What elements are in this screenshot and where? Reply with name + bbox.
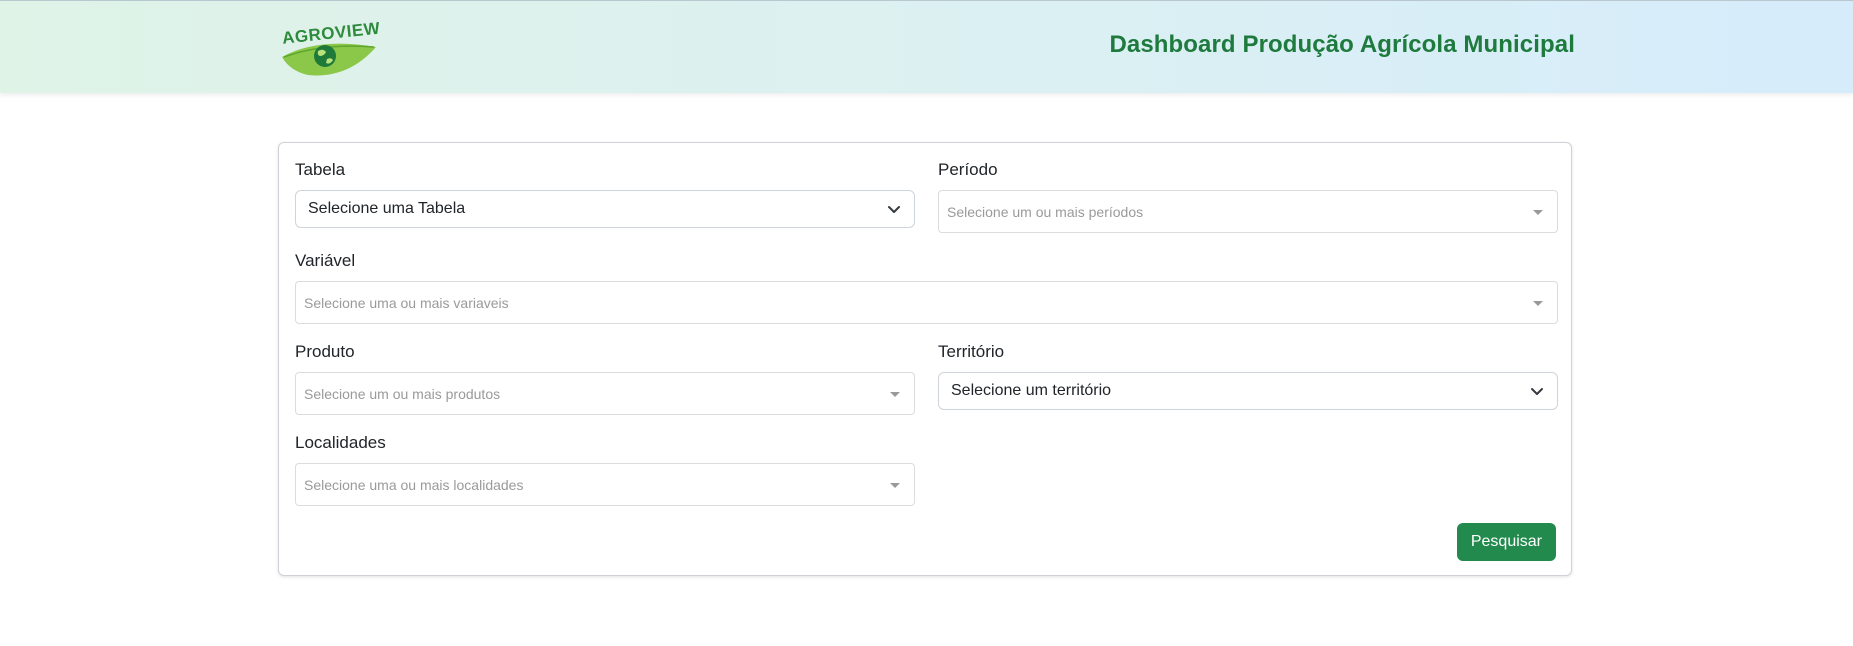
tabela-select[interactable]: Selecione uma Tabela (295, 190, 915, 228)
periodo-multiselect[interactable]: Selecione um ou mais períodos (938, 190, 1558, 233)
caret-down-icon (890, 483, 900, 488)
tabela-value: Selecione uma Tabela (308, 200, 466, 217)
header-bar: AGROVIEW Dashboard Produção Agrícola Mun… (0, 0, 1853, 93)
produto-field: Produto Selecione um ou mais produtos (295, 342, 915, 415)
territorio-label: Território (938, 342, 1005, 361)
tabela-field: Tabela Selecione uma Tabela (295, 160, 915, 228)
tabela-label: Tabela (295, 160, 346, 179)
periodo-label: Período (938, 160, 998, 179)
periodo-placeholder: Selecione um ou mais períodos (947, 203, 1144, 220)
variavel-multiselect[interactable]: Selecione uma ou mais variaveis (295, 281, 1558, 324)
territorio-value: Selecione um território (951, 382, 1112, 399)
search-button[interactable]: Pesquisar (1456, 523, 1556, 561)
produto-label: Produto (295, 342, 355, 361)
variavel-placeholder: Selecione uma ou mais variaveis (304, 294, 509, 311)
variavel-label: Variável (295, 251, 356, 270)
produto-placeholder: Selecione um ou mais produtos (304, 385, 501, 402)
agroview-logo[interactable]: AGROVIEW (278, 19, 380, 77)
territorio-field: Território Selecione um território (938, 342, 1558, 410)
filter-card: Tabela Selecione uma Tabela Período Sele… (278, 142, 1572, 576)
svg-text:AGROVIEW: AGROVIEW (281, 19, 380, 48)
caret-down-icon (890, 392, 900, 397)
territorio-select[interactable]: Selecione um território (938, 372, 1558, 410)
page-title: Dashboard Produção Agrícola Municipal (1109, 31, 1575, 58)
caret-down-icon (1533, 301, 1543, 306)
localidades-label: Localidades (295, 433, 386, 452)
periodo-field: Período Selecione um ou mais períodos (938, 160, 1558, 233)
localidades-placeholder: Selecione uma ou mais localidades (304, 476, 524, 493)
produto-multiselect[interactable]: Selecione um ou mais produtos (295, 372, 915, 415)
variavel-field: Variável Selecione uma ou mais variaveis (295, 251, 1558, 324)
caret-down-icon (1533, 210, 1543, 215)
localidades-field: Localidades Selecione uma ou mais locali… (295, 433, 915, 506)
chevron-down-icon (1531, 388, 1543, 395)
chevron-down-icon (888, 206, 900, 213)
localidades-multiselect[interactable]: Selecione uma ou mais localidades (295, 463, 915, 506)
